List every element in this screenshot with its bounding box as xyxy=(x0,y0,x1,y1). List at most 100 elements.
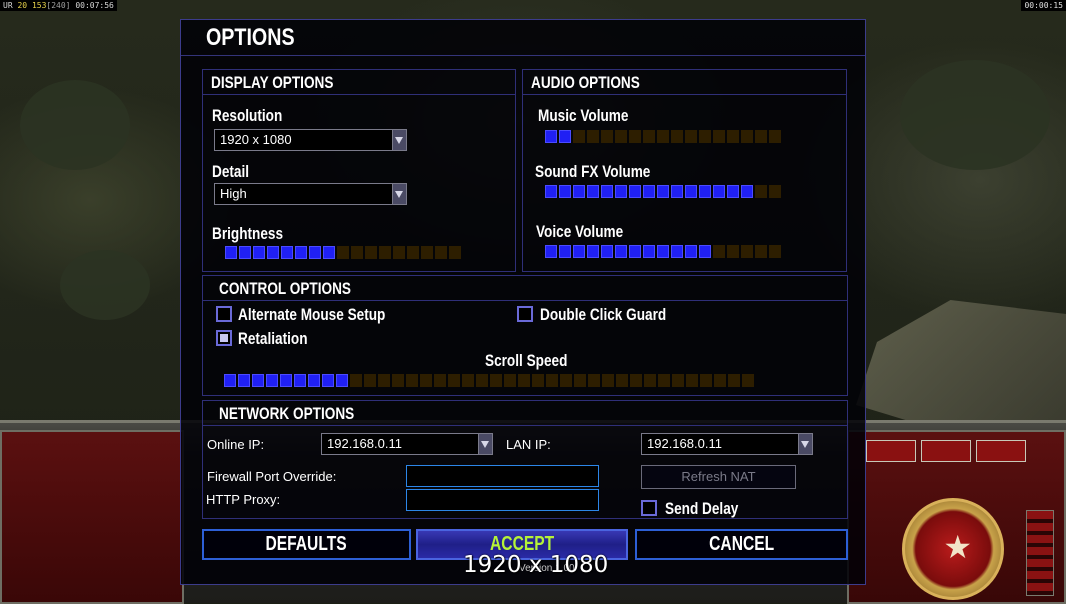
slider-segment-empty[interactable] xyxy=(350,374,362,387)
slider-segment-empty[interactable] xyxy=(406,374,418,387)
slider-segment-empty[interactable] xyxy=(629,130,641,143)
slider-segment-filled[interactable] xyxy=(294,374,306,387)
slider-segment-filled[interactable] xyxy=(545,245,557,258)
slider-segment-empty[interactable] xyxy=(741,245,753,258)
slider-segment-empty[interactable] xyxy=(686,374,698,387)
slider-segment-empty[interactable] xyxy=(727,130,739,143)
slider-segment-empty[interactable] xyxy=(755,185,767,198)
online-ip-dropdown[interactable]: 192.168.0.11 xyxy=(321,433,493,455)
cancel-button[interactable]: CANCEL xyxy=(635,529,848,560)
slider-segment-filled[interactable] xyxy=(741,185,753,198)
slider-segment-filled[interactable] xyxy=(309,246,321,259)
slider-segment-empty[interactable] xyxy=(658,374,670,387)
music-volume-slider[interactable] xyxy=(545,130,781,143)
slider-segment-filled[interactable] xyxy=(587,245,599,258)
sfx-volume-slider[interactable] xyxy=(545,185,781,198)
voice-volume-slider[interactable] xyxy=(545,245,781,258)
slider-segment-empty[interactable] xyxy=(643,130,655,143)
slider-segment-empty[interactable] xyxy=(769,185,781,198)
slider-segment-filled[interactable] xyxy=(239,246,251,259)
slider-segment-filled[interactable] xyxy=(238,374,250,387)
slider-segment-empty[interactable] xyxy=(713,245,725,258)
chevron-down-icon[interactable] xyxy=(478,434,492,454)
slider-segment-filled[interactable] xyxy=(281,246,293,259)
chevron-down-icon[interactable] xyxy=(798,434,812,454)
slider-segment-filled[interactable] xyxy=(699,245,711,258)
slider-segment-filled[interactable] xyxy=(643,245,655,258)
refresh-nat-button[interactable]: Refresh NAT xyxy=(641,465,796,489)
slider-segment-empty[interactable] xyxy=(755,130,767,143)
scroll-speed-slider[interactable] xyxy=(224,374,754,387)
slider-segment-filled[interactable] xyxy=(573,245,585,258)
slider-segment-filled[interactable] xyxy=(629,185,641,198)
slider-segment-empty[interactable] xyxy=(351,246,363,259)
slider-segment-empty[interactable] xyxy=(755,245,767,258)
chevron-down-icon[interactable] xyxy=(392,184,406,204)
slider-segment-empty[interactable] xyxy=(657,130,669,143)
slider-segment-empty[interactable] xyxy=(671,130,683,143)
slider-segment-filled[interactable] xyxy=(295,246,307,259)
slider-segment-filled[interactable] xyxy=(615,245,627,258)
alternate-mouse-checkbox[interactable] xyxy=(216,306,232,322)
slider-segment-empty[interactable] xyxy=(407,246,419,259)
slider-segment-empty[interactable] xyxy=(518,374,530,387)
slider-segment-filled[interactable] xyxy=(671,185,683,198)
slider-segment-filled[interactable] xyxy=(308,374,320,387)
slider-segment-filled[interactable] xyxy=(336,374,348,387)
slider-segment-empty[interactable] xyxy=(588,374,600,387)
slider-segment-filled[interactable] xyxy=(657,185,669,198)
hud-command-button[interactable] xyxy=(866,440,916,462)
slider-segment-filled[interactable] xyxy=(224,374,236,387)
lan-ip-dropdown[interactable]: 192.168.0.11 xyxy=(641,433,813,455)
slider-segment-filled[interactable] xyxy=(545,130,557,143)
slider-segment-empty[interactable] xyxy=(379,246,391,259)
slider-segment-empty[interactable] xyxy=(574,374,586,387)
retaliation-checkbox[interactable] xyxy=(216,330,232,346)
slider-segment-empty[interactable] xyxy=(769,130,781,143)
slider-segment-empty[interactable] xyxy=(602,374,614,387)
detail-dropdown[interactable]: High xyxy=(214,183,407,205)
slider-segment-filled[interactable] xyxy=(225,246,237,259)
slider-segment-empty[interactable] xyxy=(741,130,753,143)
slider-segment-filled[interactable] xyxy=(323,246,335,259)
slider-segment-empty[interactable] xyxy=(742,374,754,387)
slider-segment-empty[interactable] xyxy=(462,374,474,387)
slider-segment-empty[interactable] xyxy=(337,246,349,259)
slider-segment-filled[interactable] xyxy=(559,130,571,143)
slider-segment-empty[interactable] xyxy=(365,246,377,259)
slider-segment-empty[interactable] xyxy=(393,246,405,259)
slider-segment-filled[interactable] xyxy=(587,185,599,198)
hud-command-button[interactable] xyxy=(921,440,971,462)
slider-segment-filled[interactable] xyxy=(657,245,669,258)
slider-segment-empty[interactable] xyxy=(714,374,726,387)
slider-segment-empty[interactable] xyxy=(700,374,712,387)
slider-segment-empty[interactable] xyxy=(769,245,781,258)
slider-segment-filled[interactable] xyxy=(643,185,655,198)
slider-segment-filled[interactable] xyxy=(573,185,585,198)
slider-segment-empty[interactable] xyxy=(392,374,404,387)
slider-segment-filled[interactable] xyxy=(601,245,613,258)
slider-segment-empty[interactable] xyxy=(630,374,642,387)
slider-segment-empty[interactable] xyxy=(685,130,697,143)
send-delay-checkbox[interactable] xyxy=(641,500,657,516)
slider-segment-empty[interactable] xyxy=(699,130,711,143)
slider-segment-empty[interactable] xyxy=(378,374,390,387)
resolution-dropdown[interactable]: 1920 x 1080 xyxy=(214,129,407,151)
slider-segment-empty[interactable] xyxy=(532,374,544,387)
http-proxy-input[interactable] xyxy=(406,489,599,511)
slider-segment-filled[interactable] xyxy=(253,246,265,259)
slider-segment-empty[interactable] xyxy=(615,130,627,143)
slider-segment-empty[interactable] xyxy=(449,246,461,259)
slider-segment-filled[interactable] xyxy=(615,185,627,198)
slider-segment-empty[interactable] xyxy=(421,246,433,259)
slider-segment-empty[interactable] xyxy=(435,246,447,259)
slider-segment-filled[interactable] xyxy=(699,185,711,198)
slider-segment-empty[interactable] xyxy=(587,130,599,143)
slider-segment-empty[interactable] xyxy=(727,245,739,258)
slider-segment-filled[interactable] xyxy=(322,374,334,387)
slider-segment-filled[interactable] xyxy=(280,374,292,387)
slider-segment-empty[interactable] xyxy=(728,374,740,387)
slider-segment-filled[interactable] xyxy=(685,245,697,258)
slider-segment-empty[interactable] xyxy=(546,374,558,387)
slider-segment-filled[interactable] xyxy=(267,246,279,259)
